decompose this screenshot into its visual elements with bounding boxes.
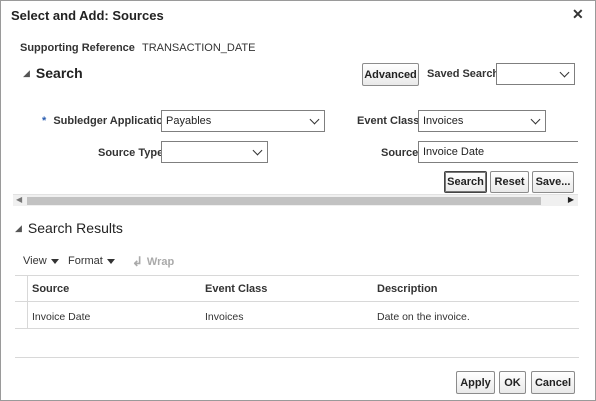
cell-description: Date on the invoice. bbox=[377, 311, 470, 323]
supporting-reference-label: Supporting Reference bbox=[20, 42, 135, 54]
reset-button[interactable]: Reset bbox=[490, 171, 529, 193]
table-row[interactable]: Invoice Date Invoices Date on the invoic… bbox=[15, 302, 579, 328]
chevron-down-icon bbox=[309, 114, 320, 125]
table-top-border bbox=[15, 275, 579, 276]
table-row-border bbox=[15, 328, 579, 329]
footer-divider bbox=[15, 357, 579, 358]
column-header-description[interactable]: Description bbox=[377, 283, 438, 295]
scrollbar-thumb[interactable] bbox=[27, 197, 541, 205]
chevron-down-icon bbox=[559, 67, 570, 78]
source-type-label: Source Type bbox=[98, 147, 164, 159]
supporting-reference: Supporting Reference TRANSACTION_DATE bbox=[20, 42, 255, 54]
close-icon[interactable]: ✕ bbox=[572, 6, 584, 23]
column-header-event-class[interactable]: Event Class bbox=[205, 283, 267, 295]
dialog-title: Select and Add: Sources bbox=[11, 8, 164, 23]
subledger-application-value: Payables bbox=[166, 115, 212, 127]
supporting-reference-value: TRANSACTION_DATE bbox=[141, 42, 256, 54]
search-section-header[interactable]: ◢ Search bbox=[23, 65, 83, 81]
subledger-application-label-wrap: * Subledger Application bbox=[42, 115, 170, 127]
advanced-button[interactable]: Advanced bbox=[362, 63, 419, 86]
cell-source: Invoice Date bbox=[32, 311, 91, 323]
wrap-icon: ↲ bbox=[132, 254, 143, 269]
ok-button[interactable]: OK bbox=[499, 371, 526, 394]
view-menu[interactable]: View bbox=[23, 255, 59, 267]
view-label: View bbox=[23, 255, 47, 267]
chevron-down-icon bbox=[252, 145, 263, 156]
event-class-select[interactable]: Invoices bbox=[418, 110, 546, 132]
scroll-left-icon[interactable]: ◀ bbox=[16, 195, 22, 204]
wrap-label: Wrap bbox=[146, 256, 175, 268]
source-type-select[interactable] bbox=[161, 141, 268, 163]
saved-search-label: Saved Search bbox=[427, 68, 500, 80]
save-button[interactable]: Save... bbox=[532, 171, 574, 193]
search-button[interactable]: Search bbox=[444, 171, 487, 193]
chevron-down-icon bbox=[106, 258, 115, 264]
chevron-down-icon bbox=[530, 114, 541, 125]
column-header-source[interactable]: Source bbox=[32, 283, 69, 295]
wrap-button[interactable]: ↲ Wrap bbox=[132, 254, 174, 270]
subledger-application-label: Subledger Application bbox=[53, 115, 170, 127]
required-marker: * bbox=[42, 115, 47, 127]
format-label: Format bbox=[68, 255, 103, 267]
saved-search-select[interactable] bbox=[496, 63, 575, 85]
search-header-label: Search bbox=[35, 65, 83, 81]
apply-button[interactable]: Apply bbox=[456, 371, 495, 394]
event-class-label: Event Class bbox=[357, 115, 420, 127]
scroll-right-icon[interactable]: ▶ bbox=[568, 195, 574, 204]
search-results-header[interactable]: ◢ Search Results bbox=[15, 220, 123, 236]
source-input[interactable]: Invoice Date bbox=[418, 141, 578, 163]
triangle-collapse-icon[interactable]: ◢ bbox=[15, 223, 22, 234]
source-label: Source bbox=[381, 147, 419, 159]
event-class-value: Invoices bbox=[423, 115, 464, 127]
select-and-add-dialog: Select and Add: Sources ✕ Supporting Ref… bbox=[0, 0, 596, 401]
format-menu[interactable]: Format bbox=[68, 255, 115, 267]
horizontal-scrollbar[interactable]: ◀ ▶ bbox=[13, 194, 578, 206]
subledger-application-select[interactable]: Payables bbox=[161, 110, 325, 132]
cell-event-class: Invoices bbox=[205, 311, 244, 323]
triangle-collapse-icon[interactable]: ◢ bbox=[23, 68, 30, 79]
chevron-down-icon bbox=[50, 258, 59, 264]
cancel-button[interactable]: Cancel bbox=[531, 371, 575, 394]
search-results-label: Search Results bbox=[27, 220, 123, 236]
